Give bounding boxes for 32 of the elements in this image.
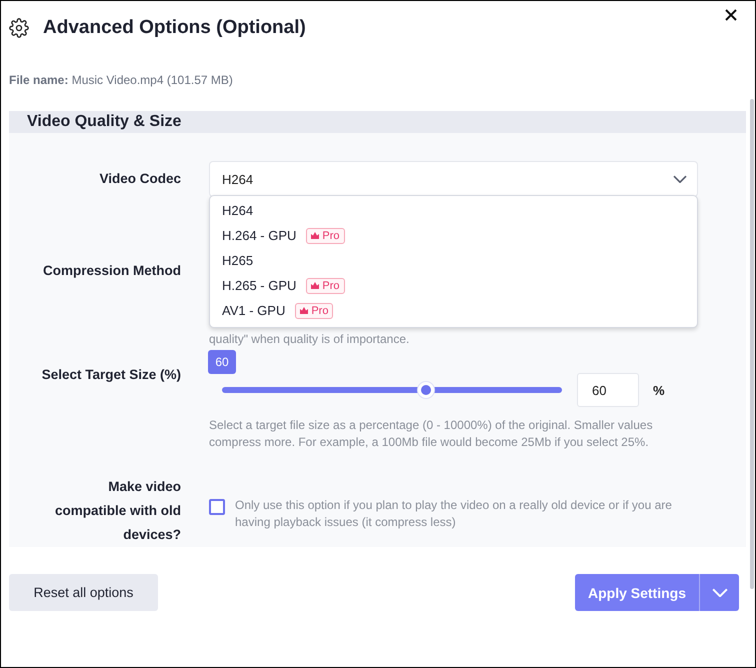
- dropdown-option[interactable]: AV1 - GPU Pro: [210, 298, 697, 323]
- slider-value-bubble: 60: [208, 350, 236, 374]
- field-label: Video Codec: [98, 170, 181, 188]
- dropdown-option[interactable]: H264: [210, 198, 697, 223]
- dropdown-option[interactable]: H.264 - GPU Pro: [210, 223, 697, 248]
- unit-label: %: [653, 382, 665, 398]
- field-label: Select Target Size (%): [40, 366, 181, 384]
- reset-button[interactable]: Reset all options: [9, 574, 158, 611]
- help-text: Only use this option if you plan to play the video on a really old device or if you are having playback issues (it compress less): [235, 497, 673, 531]
- pro-badge: Pro: [306, 278, 345, 294]
- chevron-down-icon: [712, 588, 728, 598]
- target-size-input[interactable]: 60: [577, 373, 639, 407]
- scrollbar[interactable]: [750, 99, 754, 589]
- field-label: Make video compatible with old devices?: [54, 478, 181, 544]
- section-title: Video Quality & Size: [27, 113, 182, 131]
- compatibility-checkbox[interactable]: [209, 499, 225, 515]
- field-label: Compression Method: [42, 262, 181, 280]
- file-name-text: File name: Music Video.mp4 (101.57 MB): [9, 73, 233, 87]
- dialog-title: Advanced Options (Optional): [43, 17, 306, 39]
- pro-badge: Pro: [295, 302, 334, 318]
- dropdown-button[interactable]: [700, 574, 739, 611]
- slider-thumb[interactable]: [418, 382, 434, 398]
- pro-badge: Pro: [306, 228, 345, 244]
- dropdown-option[interactable]: H.265 - GPU Pro: [210, 273, 697, 298]
- codec-select[interactable]: H264: [209, 161, 698, 197]
- dropdown-option[interactable]: H265: [210, 248, 697, 273]
- help-text: quality" when quality is of importance.: [209, 331, 410, 348]
- apply-settings-button[interactable]: Apply Settings: [575, 574, 700, 611]
- close-button[interactable]: [723, 7, 739, 23]
- help-text: Select a target file size as a percentage (0 - 10000%) of the original. Smaller values compress more. For example, a 100Mb file would become 25Mb if you select 25%.: [209, 417, 654, 451]
- chevron-down-icon: [673, 174, 687, 184]
- settings-icon: [9, 18, 29, 38]
